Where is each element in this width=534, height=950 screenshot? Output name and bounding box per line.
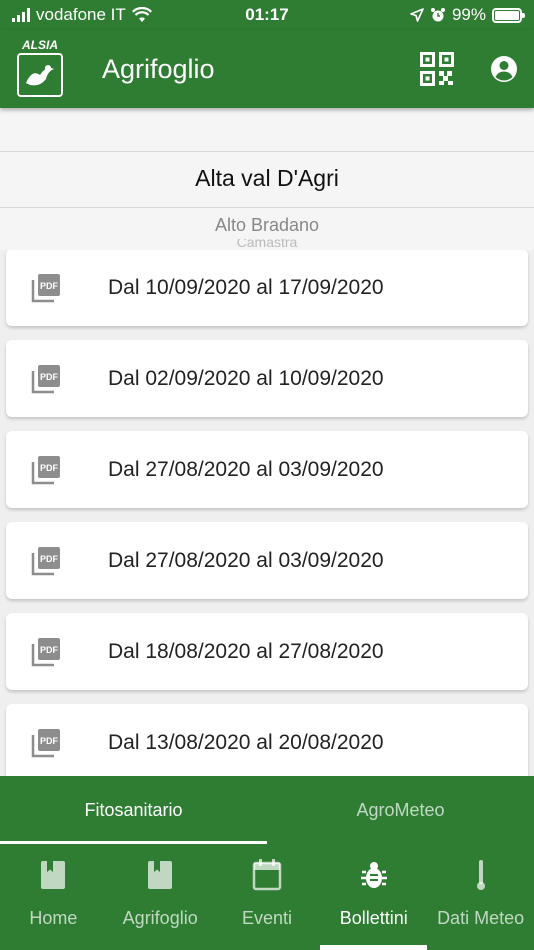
alarm-icon: [430, 8, 445, 22]
picker-next-area[interactable]: Alto Bradano: [0, 215, 534, 236]
nav-label: Eventi: [241, 908, 292, 928]
picker-divider-bottom: [0, 207, 534, 208]
app-bar: ALSIA Agrifoglio: [0, 30, 534, 108]
location-arrow-icon: [410, 8, 424, 22]
status-right: 99%: [410, 5, 525, 25]
tab-fitosanitario[interactable]: Fitosanitario: [0, 776, 267, 844]
area-picker[interactable]: Alta val D'Agri Alto Bradano Camastra: [0, 108, 534, 250]
pdf-icon: PDF: [31, 728, 60, 757]
calendar-icon: [252, 859, 282, 891]
status-bar: vodafone IT 01:17 99%: [0, 0, 534, 30]
bulletin-card[interactable]: PDF Dal 18/08/2020 al 27/08/2020: [6, 613, 528, 690]
pdf-icon: PDF: [31, 546, 60, 575]
pdf-icon: PDF: [31, 455, 60, 484]
picker-selected-area[interactable]: Alta val D'Agri: [0, 165, 534, 192]
wifi-icon: [131, 7, 152, 22]
nav-item-eventi[interactable]: Eventi: [214, 844, 321, 950]
nav-item-home[interactable]: Home: [0, 844, 107, 950]
nav-item-agrifoglio[interactable]: Agrifoglio: [107, 844, 214, 950]
picker-divider-top: [0, 151, 534, 152]
bottom-navigation: Home Agrifoglio Eventi Bollettini Dati M…: [0, 844, 534, 950]
tab-agrometeo[interactable]: AgroMeteo: [267, 776, 534, 844]
battery-percent: 99%: [451, 5, 486, 24]
svg-text:PDF: PDF: [40, 372, 59, 382]
account-circle-icon[interactable]: [490, 55, 518, 83]
bulletin-date-range: Dal 10/09/2020 al 17/09/2020: [108, 275, 384, 299]
bulletin-date-range: Dal 27/08/2020 al 03/09/2020: [108, 457, 384, 481]
bulletin-date-range: Dal 13/08/2020 al 20/08/2020: [108, 730, 384, 754]
status-left: vodafone IT: [12, 5, 410, 25]
bulletin-tab-bar: Fitosanitario AgroMeteo: [0, 776, 534, 844]
bug-icon: [360, 862, 387, 888]
bulletin-card[interactable]: PDF Dal 27/08/2020 al 03/09/2020: [6, 431, 528, 508]
svg-text:PDF: PDF: [40, 463, 59, 473]
bulletin-card[interactable]: PDF Dal 02/09/2020 al 10/09/2020: [6, 340, 528, 417]
svg-text:PDF: PDF: [40, 645, 59, 655]
bulletin-card[interactable]: PDF Dal 27/08/2020 al 03/09/2020: [6, 522, 528, 599]
signal-icon: [12, 8, 30, 22]
svg-text:PDF: PDF: [40, 736, 59, 746]
thermometer-icon: [476, 860, 485, 890]
book-icon: [148, 861, 173, 889]
qr-code-icon[interactable]: [420, 52, 454, 86]
logo-emblem: [17, 53, 63, 97]
battery-icon: [492, 7, 525, 23]
carrier-label: vodafone IT: [36, 5, 126, 24]
nav-item-dati-meteo[interactable]: Dati Meteo: [427, 844, 534, 950]
pdf-icon: PDF: [31, 364, 60, 393]
bulletin-card[interactable]: PDF Dal 13/08/2020 al 20/08/2020: [6, 704, 528, 776]
book-icon: [41, 861, 66, 889]
app-title: Agrifoglio: [102, 53, 215, 84]
nav-label: Home: [29, 908, 78, 928]
bulletin-date-range: Dal 18/08/2020 al 27/08/2020: [108, 639, 384, 663]
svg-text:PDF: PDF: [40, 554, 59, 564]
pdf-icon: PDF: [31, 637, 60, 666]
nav-label: Bollettini: [339, 908, 408, 928]
picker-faded-area[interactable]: Camastra: [0, 239, 534, 249]
bulletin-date-range: Dal 27/08/2020 al 03/09/2020: [108, 548, 384, 572]
app-actions: [420, 52, 518, 86]
alsia-logo: ALSIA: [16, 39, 64, 99]
bulletin-list[interactable]: PDF Dal 10/09/2020 al 17/09/2020 PDF Dal…: [0, 250, 534, 776]
bulletin-card[interactable]: PDF Dal 10/09/2020 al 17/09/2020: [6, 250, 528, 326]
logo-text: ALSIA: [22, 38, 58, 52]
nav-label: Dati Meteo: [437, 908, 525, 928]
svg-text:PDF: PDF: [40, 281, 59, 291]
nav-item-bollettini[interactable]: Bollettini: [320, 844, 427, 950]
nav-label: Agrifoglio: [122, 908, 198, 928]
bulletin-date-range: Dal 02/09/2020 al 10/09/2020: [108, 366, 384, 390]
pdf-icon: PDF: [31, 273, 60, 302]
